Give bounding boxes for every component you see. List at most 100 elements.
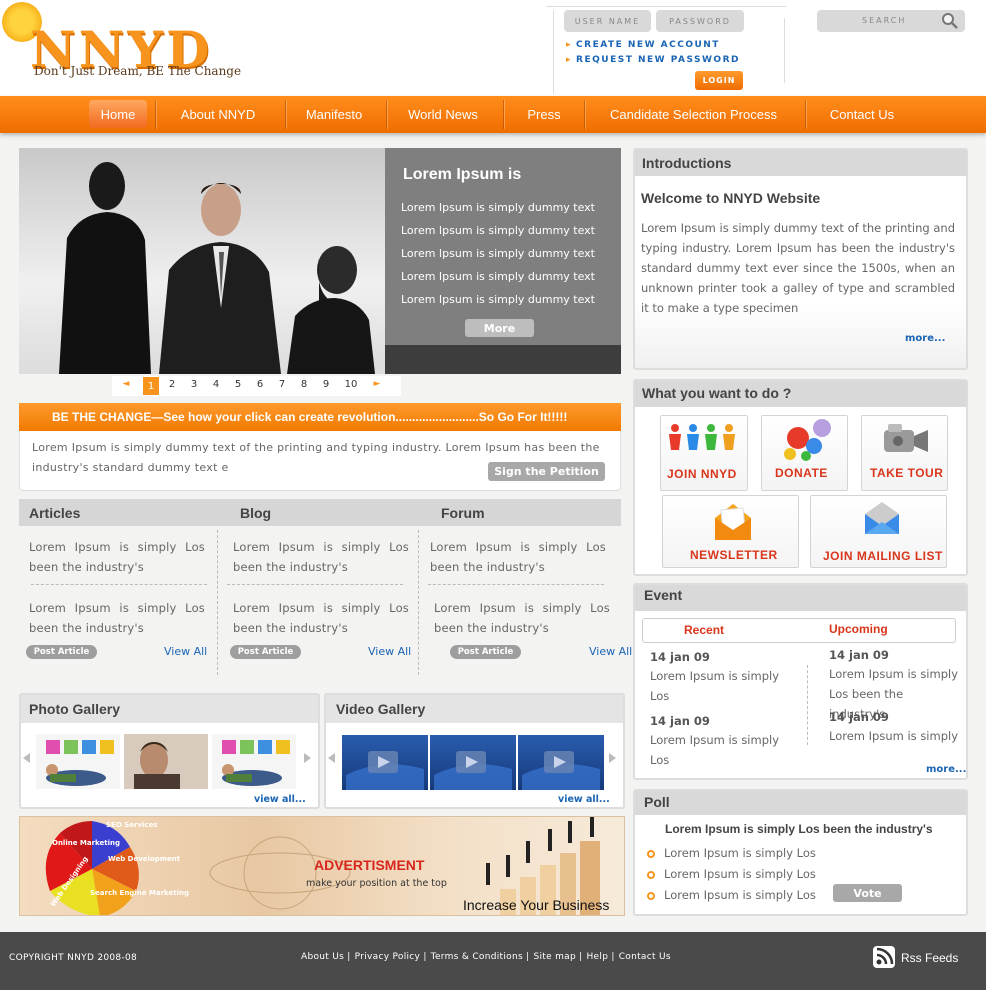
photo-thumbnail[interactable] — [36, 734, 120, 789]
poll-question: Lorem Ipsum is simply Los been the indus… — [665, 822, 933, 836]
event-more-link[interactable]: more... — [926, 764, 966, 775]
video-view-all-link[interactable]: view all... — [558, 794, 610, 805]
articles-title: Articles — [29, 505, 81, 521]
footer-link-terms[interactable]: Terms & Conditions | — [431, 952, 530, 962]
photo-view-all-link[interactable]: view all... — [254, 794, 306, 805]
nav-about[interactable]: About NNYD — [156, 96, 280, 133]
poll-radio[interactable] — [647, 892, 655, 900]
nav-world-news[interactable]: World News — [387, 96, 499, 133]
create-account-link[interactable]: ▸ CREATE NEW ACCOUNT — [566, 40, 720, 50]
pager-page-5[interactable]: 5 — [230, 379, 246, 390]
password-input[interactable]: PASSWORD — [656, 10, 744, 32]
poll-option[interactable]: Lorem Ipsum is simply Los — [664, 846, 816, 860]
request-password-link[interactable]: ▸ REQUEST NEW PASSWORD — [566, 55, 740, 65]
video-thumbnail[interactable] — [518, 735, 604, 790]
pager-page-10[interactable]: 10 — [340, 379, 362, 390]
pager-page-9[interactable]: 9 — [318, 379, 334, 390]
event-title: Event — [644, 587, 683, 603]
advert-title: ADVERTISMENT — [314, 857, 425, 873]
login-button[interactable]: LOGIN — [695, 71, 743, 90]
rss-feeds-link[interactable]: Rss Feeds — [901, 951, 958, 965]
nav-candidate-selection[interactable]: Candidate Selection Process — [585, 96, 802, 133]
event-date: 14 jan 09 — [829, 710, 889, 724]
post-article-button[interactable]: Post Article — [450, 645, 521, 659]
photo-thumbnail[interactable] — [212, 734, 296, 789]
header-separator — [784, 18, 785, 83]
event-text[interactable]: Lorem Ipsum is simply Los — [650, 730, 790, 770]
vote-button[interactable]: Vote — [833, 884, 902, 902]
pie-label: Online Marketing — [52, 839, 120, 847]
donate-label: DONATE — [775, 466, 828, 480]
columns-header-bar — [19, 499, 621, 526]
event-text[interactable]: Lorem Ipsum is simply Los — [650, 666, 790, 706]
event-text[interactable]: Lorem Ipsum is simply — [829, 726, 963, 746]
articles-view-all-link[interactable]: View All — [164, 645, 207, 658]
pager-page-7[interactable]: 7 — [274, 379, 290, 390]
sign-petition-button[interactable]: Sign the Petition — [488, 462, 605, 481]
column-divider — [418, 530, 419, 675]
pie-label: SEO Services — [106, 821, 157, 829]
login-divider — [553, 10, 554, 94]
create-account-label: CREATE NEW ACCOUNT — [576, 40, 720, 50]
footer-link-about[interactable]: About Us | — [301, 952, 351, 962]
pager-page-8[interactable]: 8 — [296, 379, 312, 390]
footer-link-privacy[interactable]: Privacy Policy | — [355, 952, 427, 962]
footer-link-help[interactable]: Help | — [586, 952, 614, 962]
introductions-title: Introductions — [642, 155, 732, 171]
footer-link-contact[interactable]: Contact Us — [619, 952, 671, 962]
post-article-button[interactable]: Post Article — [230, 645, 301, 659]
pager-page-2[interactable]: 2 — [164, 379, 180, 390]
pager-page-3[interactable]: 3 — [186, 379, 202, 390]
slide-line: Lorem Ipsum is simply dummy text — [401, 293, 595, 306]
article-item[interactable]: Lorem Ipsum is simply Los been the indus… — [29, 598, 205, 638]
forum-view-all-link[interactable]: View All — [589, 645, 632, 658]
pager-page-4[interactable]: 4 — [208, 379, 224, 390]
take-tour-label: TAKE TOUR — [870, 466, 944, 480]
pager-page-6[interactable]: 6 — [252, 379, 268, 390]
next-arrow-icon[interactable] — [304, 753, 311, 763]
blog-title: Blog — [240, 505, 272, 521]
introductions-more-link[interactable]: more... — [905, 333, 945, 344]
poll-option[interactable]: Lorem Ipsum is simply Los — [664, 867, 816, 881]
login-divider-top — [546, 6, 786, 7]
pager-next-icon[interactable]: ► — [369, 379, 385, 389]
forum-item[interactable]: Lorem Ipsum is simply Los been the indus… — [434, 598, 610, 638]
event-divider — [807, 665, 808, 745]
tab-recent[interactable]: Recent — [684, 623, 724, 637]
nav-manifesto[interactable]: Manifesto — [286, 96, 382, 133]
advert-subtitle: make your position at the top — [306, 878, 447, 889]
next-arrow-icon[interactable] — [609, 753, 616, 763]
post-article-button[interactable]: Post Article — [26, 645, 97, 659]
footer-link-sitemap[interactable]: Site map | — [533, 952, 582, 962]
bullet-arrow-icon: ▸ — [566, 40, 573, 50]
blog-item[interactable]: Lorem Ipsum is simply Los been the indus… — [233, 537, 409, 577]
what-to-do-title: What you want to do ? — [642, 385, 792, 401]
nav-contact[interactable]: Contact Us — [806, 96, 918, 133]
nav-press[interactable]: Press — [504, 96, 584, 133]
blog-item[interactable]: Lorem Ipsum is simply Los been the indus… — [233, 598, 409, 638]
pager-prev-icon[interactable]: ◄ — [118, 379, 134, 389]
blog-view-all-link[interactable]: View All — [368, 645, 411, 658]
poll-header — [635, 791, 966, 815]
search-placeholder: SEARCH — [862, 16, 907, 25]
photo-thumbnail[interactable] — [124, 734, 208, 789]
video-thumbnail[interactable] — [342, 735, 428, 790]
slide-more-button[interactable]: More — [465, 319, 534, 337]
nav-home[interactable]: Home — [89, 96, 147, 133]
tab-upcoming[interactable]: Upcoming — [829, 622, 888, 636]
poll-radio[interactable] — [647, 871, 655, 879]
prev-arrow-icon[interactable] — [23, 753, 30, 763]
search-icon[interactable] — [941, 12, 959, 30]
poll-radio[interactable] — [647, 850, 655, 858]
rss-icon[interactable] — [873, 946, 895, 968]
poll-option[interactable]: Lorem Ipsum is simply Los — [664, 888, 816, 902]
pie-label: Web Development — [108, 855, 181, 863]
video-thumbnail[interactable] — [430, 735, 516, 790]
pager-page-1[interactable]: 1 — [143, 377, 159, 395]
article-item[interactable]: Lorem Ipsum is simply Los been the indus… — [29, 537, 205, 577]
logo-tagline: Don't Just Dream, BE The Change — [34, 64, 242, 78]
forum-item[interactable]: Lorem Ipsum is simply Los been the indus… — [430, 537, 606, 577]
prev-arrow-icon[interactable] — [328, 753, 335, 763]
divider — [227, 584, 403, 585]
username-input[interactable]: USER NAME — [564, 10, 651, 32]
